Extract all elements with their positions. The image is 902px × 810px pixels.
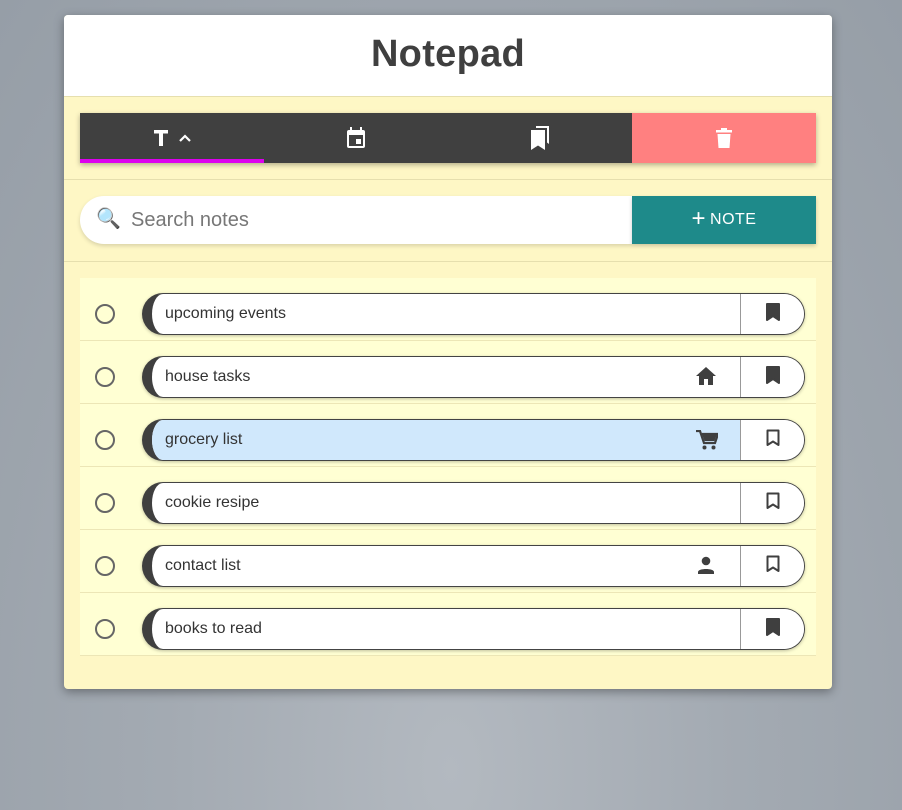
toolbar-section (64, 97, 832, 180)
note-body[interactable]: upcoming events (152, 294, 740, 334)
note-item: upcoming events (142, 293, 805, 335)
sort-text-button[interactable] (80, 113, 264, 163)
add-note-button[interactable]: + NOTE (632, 196, 816, 244)
bookmark-button[interactable] (740, 483, 804, 523)
note-label: books to read (165, 620, 262, 637)
note-select-radio[interactable] (95, 619, 115, 639)
bookmark-button[interactable] (740, 420, 804, 460)
note-row: house tasks (80, 341, 816, 404)
add-note-label: NOTE (710, 211, 757, 228)
note-row: contact list (80, 530, 816, 593)
notes-section: upcoming events house tasks grocery list… (64, 262, 832, 656)
note-row: grocery list (80, 404, 816, 467)
note-item-selected: grocery list (142, 419, 805, 461)
bookmark-button[interactable] (740, 546, 804, 586)
home-icon (696, 367, 716, 390)
text-icon (153, 129, 169, 147)
search-row: 🔍 + NOTE (80, 196, 816, 244)
plus-icon: + (691, 205, 707, 232)
trash-icon (716, 128, 732, 148)
delete-button[interactable] (632, 113, 816, 163)
chevron-up-icon (179, 134, 191, 142)
note-item: house tasks (142, 356, 805, 398)
notes-list: upcoming events house tasks grocery list… (80, 278, 816, 656)
note-select-radio[interactable] (95, 493, 115, 513)
note-row: cookie resipe (80, 467, 816, 530)
sort-date-button[interactable] (264, 113, 448, 163)
bookmark-filled-icon (765, 365, 780, 389)
note-item: cookie resipe (142, 482, 805, 524)
search-icon: 🔍 (96, 208, 121, 230)
search-box[interactable]: 🔍 (80, 196, 632, 244)
note-label: upcoming events (165, 305, 286, 322)
notepad-app: Notepad 🔍 Search notes + NOTE upcoming e… (64, 15, 832, 689)
note-item: books to read (142, 608, 805, 650)
bookmark-filled-icon (765, 617, 780, 641)
bookmark-filled-icon (765, 302, 780, 326)
note-row: upcoming events (80, 278, 816, 341)
note-body[interactable]: cookie resipe (152, 483, 740, 523)
bookmark-button[interactable] (740, 357, 804, 397)
note-select-radio[interactable] (95, 430, 115, 450)
note-select-radio[interactable] (95, 556, 115, 576)
bookmarks-button[interactable] (448, 113, 632, 163)
bookmarks-icon (530, 126, 550, 150)
note-body[interactable]: grocery list (152, 420, 740, 460)
note-label: house tasks (165, 368, 251, 385)
app-header: Notepad (64, 15, 832, 97)
person-icon (696, 556, 716, 579)
note-body[interactable]: contact list (152, 546, 740, 586)
note-item: contact list (142, 545, 805, 587)
toolbar (80, 113, 816, 163)
bookmark-outline-icon (766, 492, 780, 515)
note-label: cookie resipe (165, 494, 260, 511)
active-tab-indicator (80, 159, 264, 163)
cart-icon (696, 429, 720, 455)
calendar-icon (346, 127, 366, 149)
bookmark-button[interactable] (740, 294, 804, 334)
app-title: Notepad (370, 33, 526, 75)
note-select-radio[interactable] (95, 367, 115, 387)
bookmark-outline-icon (766, 429, 780, 452)
note-label: contact list (165, 557, 241, 574)
note-row: books to read (80, 593, 816, 656)
bookmark-button[interactable] (740, 609, 804, 649)
note-select-radio[interactable] (95, 304, 115, 324)
note-body[interactable]: books to read (152, 609, 740, 649)
search-input[interactable] (131, 208, 611, 232)
note-label: grocery list (165, 431, 243, 448)
bookmark-outline-icon (766, 555, 780, 578)
note-body[interactable]: house tasks (152, 357, 740, 397)
search-section: 🔍 + NOTE (64, 180, 832, 262)
